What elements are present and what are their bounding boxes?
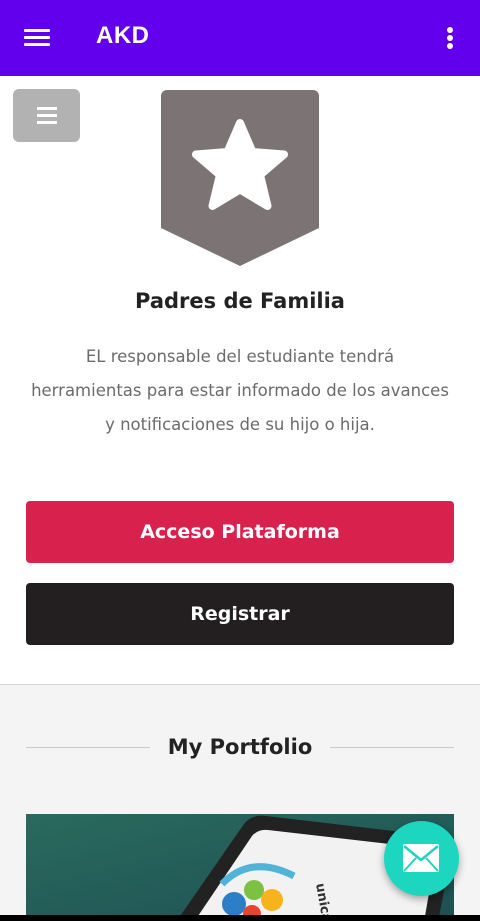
more-vert-icon[interactable]: [440, 24, 460, 52]
mail-fab-button[interactable]: [384, 821, 459, 896]
mail-icon: [403, 844, 439, 872]
sidebar-toggle-button[interactable]: [13, 89, 80, 142]
hamburger-menu-icon[interactable]: [20, 24, 54, 52]
register-button[interactable]: Registrar: [26, 583, 454, 645]
app-title: AKD: [96, 22, 150, 49]
hamburger-icon: [37, 107, 57, 110]
section-description: EL responsable del estudiante tendrá her…: [31, 347, 449, 434]
divider-right: [330, 747, 454, 748]
section-heading: Padres de Familia: [135, 289, 345, 313]
app-bar: AKD: [0, 0, 480, 76]
badge-shield: [161, 90, 319, 266]
access-platform-button[interactable]: Acceso Plataforma: [26, 501, 454, 563]
system-nav-bar: [0, 915, 480, 921]
